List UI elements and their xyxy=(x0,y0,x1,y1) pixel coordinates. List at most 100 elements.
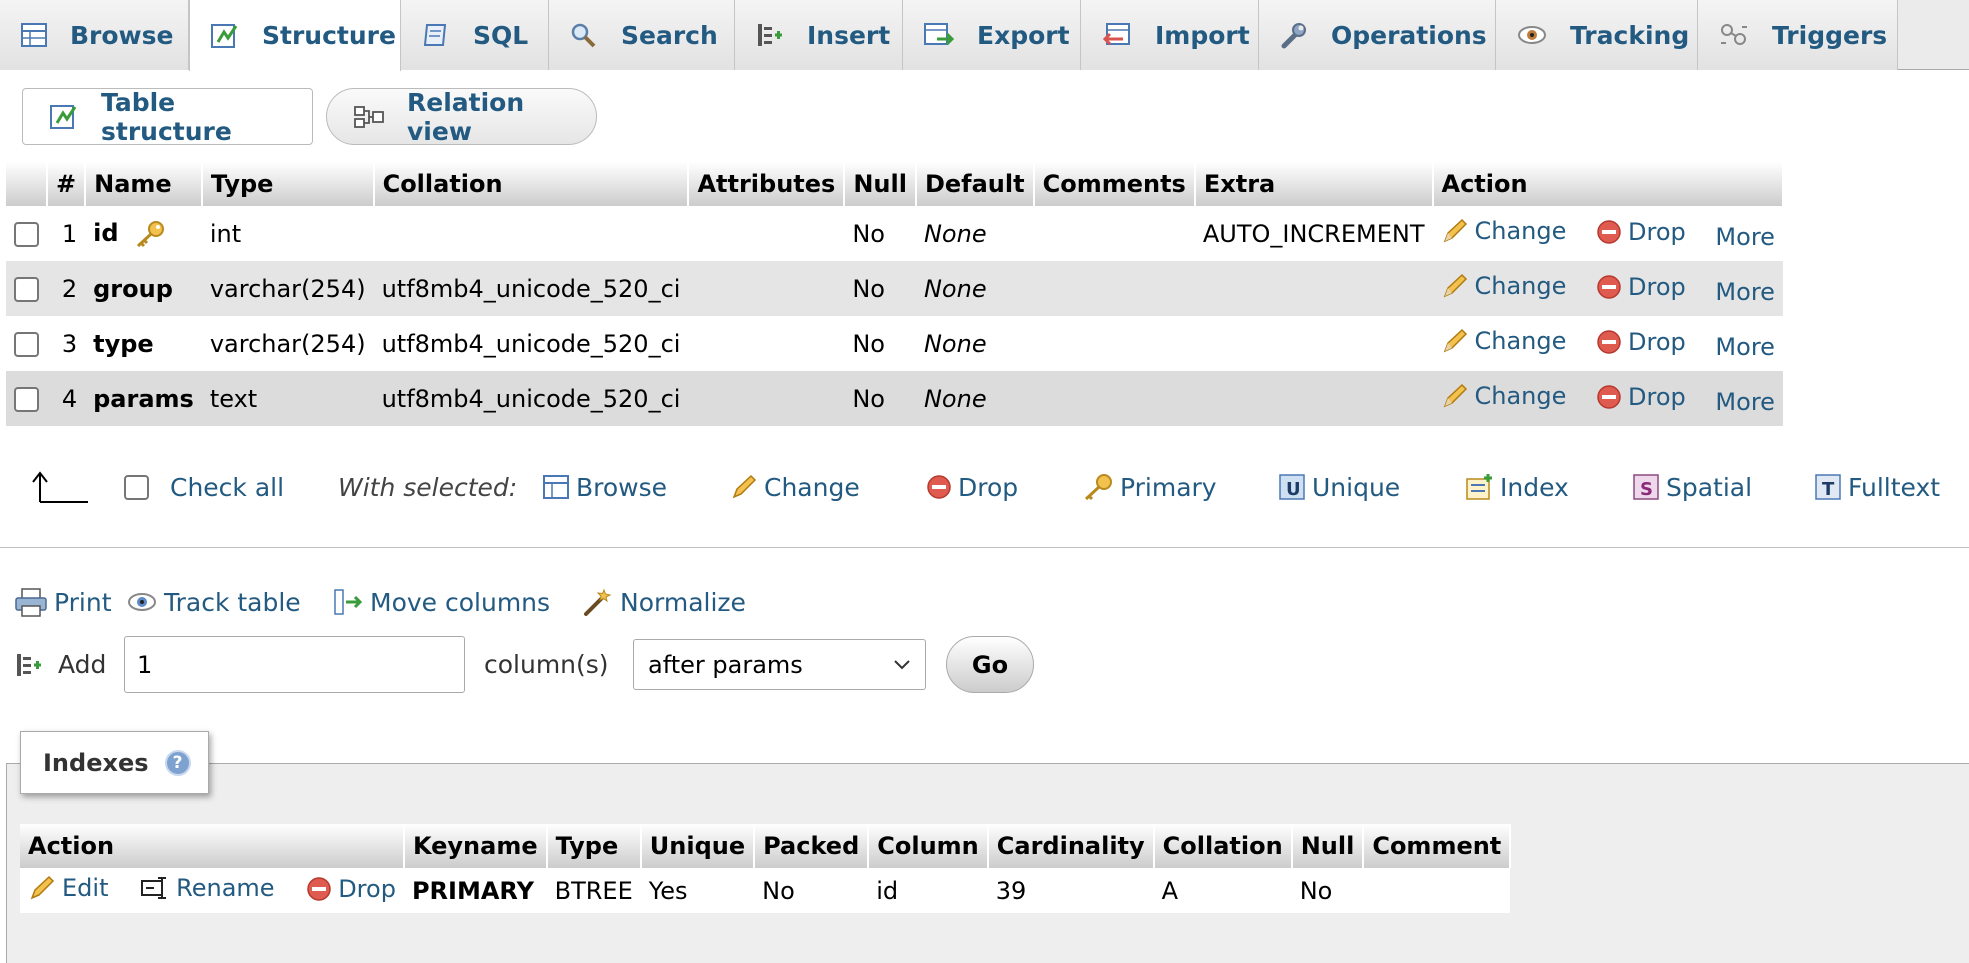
change-label: Change xyxy=(1474,326,1567,355)
index-cardinality: 39 xyxy=(987,868,1154,913)
table-row: 3 type varchar(254) utf8mb4_unicode_520_… xyxy=(6,316,1783,371)
column-attributes xyxy=(688,261,845,316)
column-null: No xyxy=(844,371,916,426)
table-row: 4 params text utf8mb4_unicode_520_ci No … xyxy=(6,371,1783,426)
tab-operations[interactable]: Operations xyxy=(1259,0,1496,70)
change-label: Change xyxy=(1474,216,1567,245)
top-tab-bar: Browse Structure SQL Search Insert Expor… xyxy=(0,0,1969,71)
row-checkbox[interactable] xyxy=(14,222,39,247)
relation-view-button[interactable]: Relation view xyxy=(326,88,597,146)
header-number[interactable]: # xyxy=(47,162,87,206)
column-position-select[interactable]: after params xyxy=(633,639,926,690)
move-columns-icon xyxy=(332,587,364,617)
tab-label: Structure xyxy=(262,21,396,50)
action-cell: Change Drop More xyxy=(1432,261,1783,316)
bulk-primary-button[interactable]: Primary xyxy=(1082,460,1217,514)
index-edit-button[interactable]: Edit xyxy=(28,874,108,902)
header-extra[interactable]: Extra xyxy=(1194,162,1434,206)
row-checkbox[interactable] xyxy=(14,332,39,357)
bulk-fulltext-button[interactable]: T Fulltext xyxy=(1814,460,1940,514)
change-button[interactable]: Change xyxy=(1441,326,1567,355)
tab-search[interactable]: Search xyxy=(549,0,735,70)
more-dropdown[interactable]: More xyxy=(1715,223,1775,251)
move-columns-link[interactable]: Move columns xyxy=(332,580,550,624)
column-default: None xyxy=(915,371,1034,426)
column-comments xyxy=(1033,261,1195,316)
header-attributes[interactable]: Attributes xyxy=(688,162,846,206)
drop-icon xyxy=(306,876,332,902)
bulk-drop-label: Drop xyxy=(958,472,1019,502)
search-icon xyxy=(569,21,599,49)
bulk-spatial-button[interactable]: S Spatial xyxy=(1632,460,1752,514)
row-number: 1 xyxy=(47,206,86,261)
wrench-icon xyxy=(1279,21,1309,49)
tab-sql[interactable]: SQL xyxy=(401,0,549,70)
check-all-checkbox[interactable] xyxy=(124,460,149,514)
pencil-icon xyxy=(730,473,758,501)
column-collation: utf8mb4_unicode_520_ci xyxy=(373,261,689,316)
drop-button[interactable]: Drop xyxy=(1596,328,1686,356)
table-header-row: # Name Type Collation Attributes Null De… xyxy=(6,162,1784,206)
table-row: 2 group varchar(254) utf8mb4_unicode_520… xyxy=(6,261,1783,316)
drop-button[interactable]: Drop xyxy=(1596,273,1686,301)
bulk-browse-button[interactable]: Browse xyxy=(542,460,667,514)
go-button[interactable]: Go xyxy=(946,636,1034,693)
index-header-null: Null xyxy=(1291,824,1365,868)
bulk-unique-button[interactable]: U Unique xyxy=(1278,460,1400,514)
index-packed: No xyxy=(754,868,869,913)
index-rename-label: Rename xyxy=(176,873,275,902)
check-all-label[interactable]: Check all xyxy=(170,460,284,514)
header-checkbox-col xyxy=(6,162,48,206)
row-checkbox[interactable] xyxy=(14,277,39,302)
print-link[interactable]: Print xyxy=(14,580,112,624)
change-button[interactable]: Change xyxy=(1441,382,1566,410)
bulk-index-button[interactable]: Index xyxy=(1464,460,1569,514)
svg-text:U: U xyxy=(1286,479,1301,500)
tab-insert[interactable]: Insert xyxy=(735,0,903,70)
more-dropdown[interactable]: More xyxy=(1715,278,1775,306)
tab-triggers[interactable]: Triggers xyxy=(1698,0,1898,70)
track-table-label: Track table xyxy=(164,587,301,617)
change-button[interactable]: Change xyxy=(1441,272,1566,300)
header-comments[interactable]: Comments xyxy=(1033,162,1196,206)
browse-icon xyxy=(542,474,570,500)
change-button[interactable]: Change xyxy=(1441,216,1567,245)
row-checkbox[interactable] xyxy=(14,387,39,412)
bulk-change-button[interactable]: Change xyxy=(730,460,860,514)
column-count-input[interactable]: 1 xyxy=(124,636,465,693)
header-type[interactable]: Type xyxy=(201,162,375,206)
header-name[interactable]: Name xyxy=(85,162,203,206)
bulk-drop-button[interactable]: Drop xyxy=(926,460,1018,514)
drop-label: Drop xyxy=(1628,272,1686,301)
normalize-link[interactable]: Normalize xyxy=(582,580,746,624)
help-icon[interactable]: ? xyxy=(164,749,191,776)
tab-import[interactable]: Import xyxy=(1081,0,1259,70)
column-null: No xyxy=(844,316,916,371)
index-drop-button[interactable]: Drop xyxy=(306,875,396,903)
header-default[interactable]: Default xyxy=(915,162,1035,206)
header-null[interactable]: Null xyxy=(844,162,917,206)
column-type: varchar(254) xyxy=(201,261,374,316)
indexes-header-row: Action Keyname Type Unique Packed Column… xyxy=(20,824,1512,868)
index-rename-button[interactable]: Rename xyxy=(140,873,275,902)
track-table-link[interactable]: Track table xyxy=(126,580,301,624)
header-collation[interactable]: Collation xyxy=(373,162,690,206)
row-checkbox-cell xyxy=(6,261,47,316)
tab-browse[interactable]: Browse xyxy=(0,0,189,70)
more-dropdown[interactable]: More xyxy=(1715,388,1775,416)
table-structure-button[interactable]: Table structure xyxy=(22,88,313,146)
drop-icon xyxy=(1596,384,1622,410)
tab-tracking[interactable]: Tracking xyxy=(1496,0,1698,70)
fulltext-icon: T xyxy=(1814,473,1842,501)
more-dropdown[interactable]: More xyxy=(1715,333,1775,361)
drop-button[interactable]: Drop xyxy=(1596,218,1686,246)
tab-export[interactable]: Export xyxy=(903,0,1081,70)
index-header-unique: Unique xyxy=(640,824,756,868)
index-header-cardinality: Cardinality xyxy=(987,824,1155,868)
pencil-icon xyxy=(1441,327,1469,355)
tab-structure[interactable]: Structure xyxy=(189,0,401,71)
action-cell: Change Drop More xyxy=(1432,316,1783,371)
drop-label: Drop xyxy=(1628,217,1686,246)
index-header-column: Column xyxy=(868,824,989,868)
drop-button[interactable]: Drop xyxy=(1596,383,1686,411)
